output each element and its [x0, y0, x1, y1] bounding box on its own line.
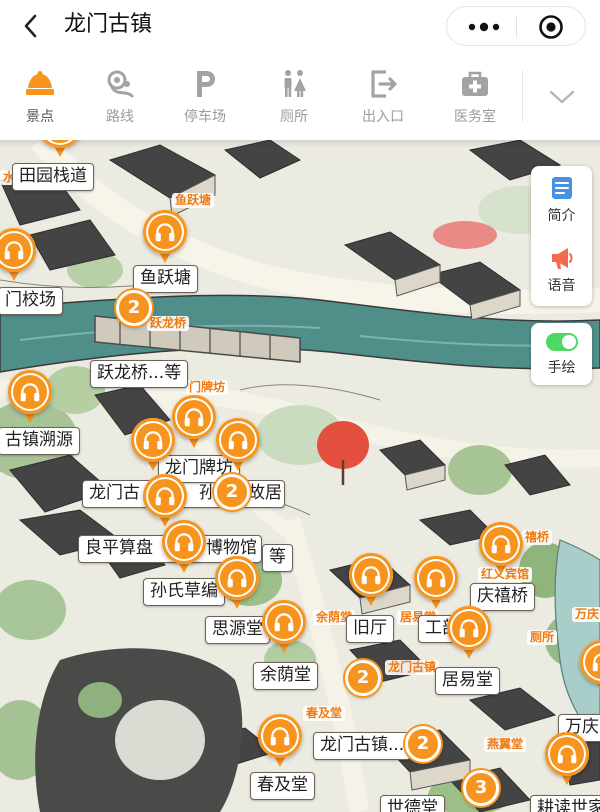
cluster-badge[interactable]: 2 [116, 290, 152, 326]
parking-icon [197, 71, 215, 97]
category-tabs: 景点 路线 停车场 厕所 出入口 医务室 [0, 56, 600, 140]
toilet-icon [284, 70, 306, 97]
route-icon [107, 70, 134, 98]
chevron-left-icon[interactable] [18, 12, 46, 40]
voice-label: 语音 [547, 278, 576, 294]
intro-button[interactable]: 简介 [531, 166, 592, 236]
nav-bar: 龙门古镇 [0, 0, 600, 56]
medical-icon [462, 71, 488, 96]
cluster-badge[interactable]: 2 [345, 660, 381, 696]
tab-label: 景点 [26, 109, 54, 125]
tab-divider [522, 70, 523, 122]
handdrawn-toggle-item[interactable]: 手绘 [531, 323, 592, 385]
side-panel: 简介 语音 [531, 166, 592, 306]
attraction-icon [26, 71, 54, 95]
tab-toilets[interactable]: 厕所 [250, 62, 338, 134]
tab-label: 停车场 [184, 109, 226, 125]
intro-label: 简介 [547, 208, 576, 224]
toggle-icon[interactable] [545, 333, 578, 351]
exit-icon [371, 70, 397, 98]
mini-program-capsule [446, 6, 586, 46]
tab-routes[interactable]: 路线 [80, 62, 160, 134]
tab-list: 景点 路线 停车场 厕所 出入口 医务室 [0, 62, 522, 134]
capsule-divider [516, 17, 517, 37]
handdrawn-label: 手绘 [547, 360, 576, 376]
toggle-knob [561, 335, 576, 349]
tab-label: 出入口 [362, 109, 404, 125]
cluster-badge[interactable]: 2 [405, 726, 441, 762]
tab-label: 医务室 [454, 109, 496, 125]
tab-exits[interactable]: 出入口 [338, 62, 428, 134]
cluster-badge[interactable]: 3 [463, 770, 499, 806]
target-icon[interactable] [538, 14, 564, 40]
tab-parking[interactable]: 停车场 [160, 62, 250, 134]
megaphone-icon [551, 248, 572, 269]
tab-label: 路线 [106, 109, 134, 125]
tab-attractions[interactable]: 景点 [0, 62, 80, 134]
cluster-badge[interactable]: 2 [214, 474, 250, 510]
map-view[interactable]: 水鱼跃塘跃龙桥门牌坊余荫堂居易堂禧桥红义宾馆万庆厕所龙门古镇春及堂燕翼堂 龙门古… [0, 140, 600, 812]
document-icon [551, 177, 572, 199]
chevron-down-icon[interactable] [548, 88, 576, 106]
tab-medical[interactable]: 医务室 [428, 62, 522, 134]
voice-button[interactable]: 语音 [531, 236, 592, 306]
tab-label: 厕所 [280, 109, 308, 125]
more-dots-icon[interactable] [467, 19, 501, 35]
page-title: 龙门古镇 [64, 12, 153, 37]
handdrawn-panel: 手绘 [531, 323, 592, 385]
clusters-layer: 22223 [0, 140, 600, 812]
